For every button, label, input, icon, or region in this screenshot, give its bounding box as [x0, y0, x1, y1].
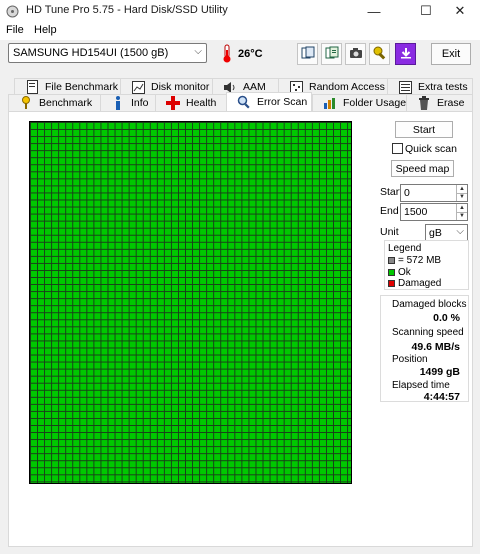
quick-scan-checkbox[interactable] — [392, 143, 403, 154]
tab-health[interactable]: Health — [155, 94, 229, 111]
tab-error-scan[interactable]: Error Scan — [226, 92, 312, 111]
thermometer-icon — [222, 44, 232, 66]
drive-select-value: SAMSUNG HD154UI (1500 gB) — [13, 47, 169, 59]
start-position-value: 0 — [404, 187, 410, 199]
tab-label: Random Access — [309, 81, 385, 93]
tab-label: Health — [186, 97, 217, 109]
scanning-speed-value: 49.6 MB/s — [411, 341, 460, 353]
unit-select-value: gB — [429, 227, 442, 239]
unit-select[interactable]: gB ⌵ — [425, 224, 468, 241]
magnifier-icon — [237, 95, 251, 109]
tab-label: Erase — [437, 97, 465, 109]
legend-ok: Ok — [388, 267, 411, 278]
copy-info-button[interactable] — [297, 43, 318, 65]
exit-button[interactable]: Exit — [431, 43, 471, 65]
end-spinner[interactable]: ▲ ▼ — [456, 204, 467, 220]
file-benchmark-icon — [25, 80, 39, 94]
tab-label: Folder Usage — [343, 97, 407, 109]
legend-block-size: = 572 MB — [388, 255, 441, 266]
chevron-down-icon: ⌵ — [194, 46, 202, 57]
legend-group: Legend = 572 MB Ok Damaged — [384, 240, 469, 290]
tools-icon — [372, 45, 388, 64]
temperature-value: 26°C — [238, 48, 263, 60]
menu-bar: File Help — [0, 22, 480, 40]
legend-damaged: Damaged — [388, 278, 441, 289]
start-position-field[interactable]: 0 ▲ ▼ — [400, 184, 468, 202]
camera-icon — [349, 46, 363, 63]
damaged-swatch — [388, 280, 395, 287]
end-position-field[interactable]: 1500 ▲ ▼ — [400, 203, 468, 221]
benchmark-icon — [19, 96, 33, 110]
start-scan-button[interactable]: Start — [395, 121, 453, 138]
legend-damaged-label: Damaged — [398, 278, 442, 289]
unit-label: Unit — [380, 226, 399, 238]
tab-erase[interactable]: Erase — [406, 94, 473, 111]
folder-usage-icon — [323, 96, 337, 110]
tab-label: Disk monitor — [151, 81, 210, 93]
extra-tests-icon — [398, 80, 412, 94]
spin-up-icon: ▲ — [459, 185, 465, 192]
tab-folder-usage[interactable]: Folder Usage — [312, 94, 412, 111]
copy-text-button[interactable] — [321, 43, 342, 65]
title-bar: HD Tune Pro 5.75 - Hard Disk/SSD Utility… — [0, 0, 480, 22]
quick-scan-label: Quick scan — [405, 143, 457, 155]
start-spinner[interactable]: ▲ ▼ — [456, 185, 467, 201]
position-label: Position — [392, 354, 428, 365]
legend-ok-label: Ok — [398, 267, 411, 278]
tab-label: Error Scan — [257, 96, 308, 108]
window-title: HD Tune Pro 5.75 - Hard Disk/SSD Utility — [26, 4, 228, 16]
tab-label: File Benchmark — [45, 81, 118, 93]
speed-map-button[interactable]: Speed map — [391, 160, 454, 177]
start-label: Start — [380, 186, 403, 198]
block-map-grid — [29, 121, 352, 484]
save-button[interactable] — [395, 43, 416, 65]
end-position-value: 1500 — [404, 206, 428, 218]
tab-label: Extra tests — [418, 81, 468, 93]
stats-group: Damaged blocks 0.0 % Scanning speed 49.6… — [380, 295, 469, 403]
tab-label: Info — [131, 97, 149, 109]
disk-monitor-icon — [131, 80, 145, 94]
menu-file[interactable]: File — [6, 24, 24, 36]
tab-file-benchmark[interactable]: File Benchmark — [14, 78, 130, 95]
spin-down-icon: ▼ — [457, 192, 467, 202]
tab-label: Benchmark — [39, 97, 93, 109]
copy-text-icon — [325, 46, 339, 63]
close-button[interactable]: ✕ — [440, 0, 480, 22]
elapsed-time-label: Elapsed time — [392, 380, 450, 391]
menu-help[interactable]: Help — [34, 24, 57, 36]
hdtune-app-icon — [6, 5, 19, 18]
tab-benchmark[interactable]: Benchmark — [8, 94, 108, 111]
block-swatch — [388, 257, 395, 264]
toolbar: SAMSUNG HD154UI (1500 gB) ⌵ 26°C Exit — [0, 40, 480, 70]
minimize-button[interactable]: — — [354, 0, 394, 22]
options-button[interactable] — [369, 43, 390, 65]
screenshot-button[interactable] — [345, 43, 366, 65]
damaged-blocks-label: Damaged blocks — [392, 299, 467, 310]
tab-extra-tests[interactable]: Extra tests — [387, 78, 473, 95]
temperature-display: 26°C — [216, 43, 266, 65]
elapsed-time-value: 4:44:57 — [423, 391, 460, 403]
damaged-blocks-value: 0.0 % — [433, 312, 460, 324]
spin-up-icon: ▲ — [459, 204, 465, 211]
trash-icon — [417, 96, 431, 110]
ok-swatch — [388, 269, 395, 276]
drive-select[interactable]: SAMSUNG HD154UI (1500 gB) ⌵ — [8, 43, 207, 63]
scanning-speed-label: Scanning speed — [392, 327, 464, 338]
end-label: End — [380, 205, 399, 217]
health-cross-icon — [166, 96, 180, 110]
copy-info-icon — [301, 46, 315, 63]
tab-info[interactable]: Info — [100, 94, 162, 111]
download-arrow-icon — [400, 47, 412, 62]
legend-block-size-label: = 572 MB — [398, 255, 442, 266]
position-value: 1499 gB — [419, 366, 460, 378]
legend-title: Legend — [388, 243, 422, 254]
chevron-down-icon: ⌵ — [456, 226, 464, 237]
spin-down-icon: ▼ — [457, 211, 467, 221]
tab-disk-monitor[interactable]: Disk monitor — [120, 78, 223, 95]
info-icon — [111, 96, 125, 110]
